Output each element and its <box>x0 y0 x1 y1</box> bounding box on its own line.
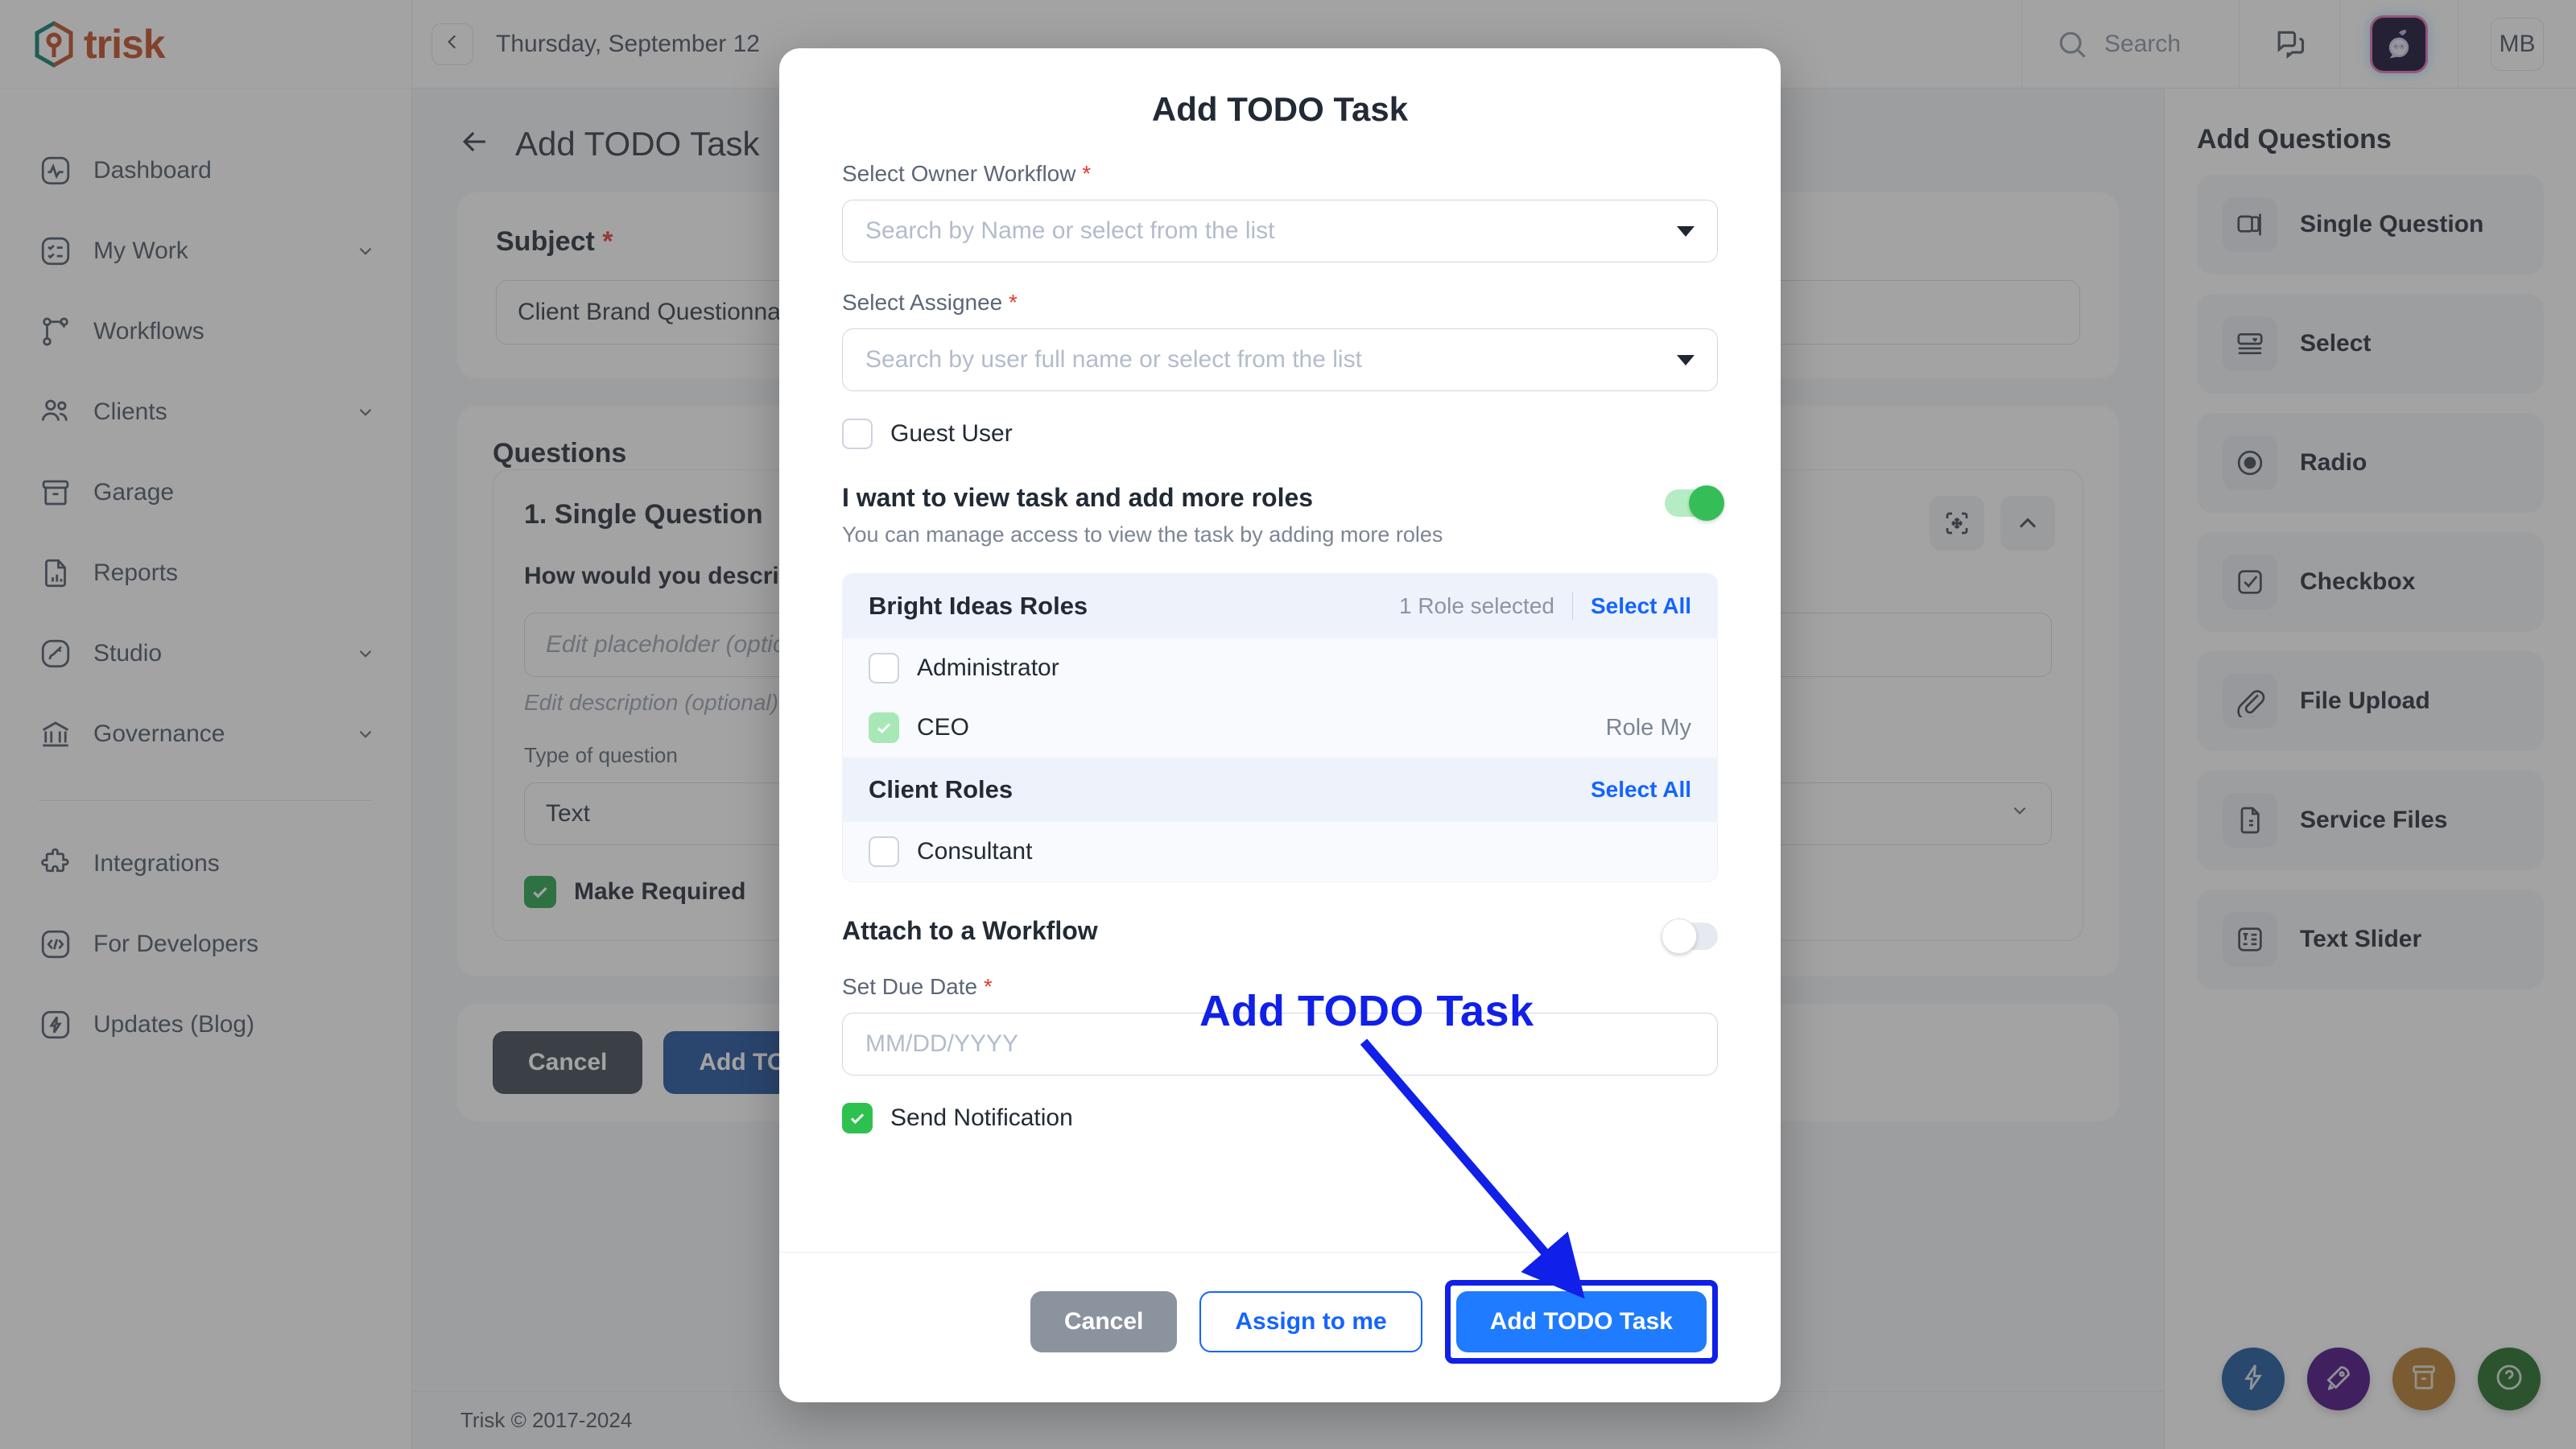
role-row-ceo[interactable]: CEO Role My <box>843 698 1717 758</box>
role-checkbox[interactable] <box>869 653 899 683</box>
owner-workflow-label: Select Owner Workflow * <box>842 161 1718 187</box>
guest-user-checkbox[interactable] <box>842 419 873 449</box>
roles-list: Bright Ideas Roles 1 Role selected Selec… <box>842 573 1718 882</box>
role-group-actions: Select All <box>1591 777 1691 803</box>
role-group-title: Bright Ideas Roles <box>869 592 1088 620</box>
select-all-client-roles[interactable]: Select All <box>1591 777 1691 803</box>
role-group-actions: 1 Role selected Select All <box>1399 592 1691 620</box>
select-all-bright-ideas[interactable]: Select All <box>1591 593 1691 619</box>
divider <box>1571 592 1573 620</box>
view-task-toggle-switch[interactable] <box>1665 485 1724 521</box>
modal-title: Add TODO Task <box>1151 90 1409 128</box>
chevron-down-icon <box>1677 354 1695 365</box>
due-date-placeholder: MM/DD/YYYY <box>865 1030 1019 1057</box>
annotation-arrow <box>1360 1038 1585 1299</box>
role-row-consultant[interactable]: Consultant <box>843 822 1717 881</box>
due-date-label-text: Set Due Date <box>842 974 978 999</box>
assignee-label-text: Select Assignee <box>842 290 1003 315</box>
role-selected-count: 1 Role selected <box>1398 593 1554 618</box>
role-left: Administrator <box>869 653 1059 683</box>
modal-cancel-button[interactable]: Cancel <box>1030 1291 1178 1352</box>
attach-workflow-row: Attach to a Workflow <box>842 916 1718 954</box>
assignee-placeholder: Search by user full name or select from … <box>865 346 1362 373</box>
guest-user-label: Guest User <box>890 420 1013 447</box>
toggle-knob <box>1662 919 1697 954</box>
role-group-header-bright-ideas: Bright Ideas Roles 1 Role selected Selec… <box>843 574 1717 638</box>
guest-user-row[interactable]: Guest User <box>842 419 1718 449</box>
modal-body: Select Owner Workflow * Search by Name o… <box>779 161 1781 1252</box>
role-group-header-client-roles: Client Roles Select All <box>843 758 1717 822</box>
role-name: Administrator <box>917 654 1059 681</box>
send-notification-label: Send Notification <box>890 1104 1073 1131</box>
role-group-title: Client Roles <box>869 775 1013 803</box>
assignee-select[interactable]: Search by user full name or select from … <box>842 328 1718 391</box>
view-task-toggle-row: I want to view task and add more roles Y… <box>842 483 1724 547</box>
role-checkbox[interactable] <box>869 712 899 743</box>
attach-workflow-title: Attach to a Workflow <box>842 916 1098 945</box>
required-asterisk: * <box>1009 290 1018 315</box>
view-task-toggle-subtitle: You can manage access to view the task b… <box>842 522 1443 547</box>
owner-workflow-placeholder: Search by Name or select from the list <box>865 217 1275 244</box>
add-todo-task-modal: Add TODO Task Select Owner Workflow * Se… <box>779 48 1781 1402</box>
view-task-toggle-text: I want to view task and add more roles Y… <box>842 483 1443 547</box>
role-meta: Role My <box>1605 714 1691 741</box>
role-row-administrator[interactable]: Administrator <box>843 638 1717 698</box>
role-checkbox[interactable] <box>869 836 899 867</box>
required-asterisk: * <box>983 974 993 999</box>
assignee-label: Select Assignee * <box>842 290 1718 316</box>
chevron-down-icon <box>1677 225 1695 237</box>
owner-workflow-label-text: Select Owner Workflow <box>842 161 1076 186</box>
role-name: CEO <box>917 714 970 741</box>
app-root: trisk Dashboard My Work Workflows Client… <box>0 0 2576 1449</box>
role-name: Consultant <box>917 838 1033 865</box>
view-task-toggle-title: I want to view task and add more roles <box>842 483 1314 512</box>
attach-workflow-switch[interactable] <box>1662 919 1718 954</box>
annotation-label: Add TODO Task <box>1199 987 1534 1035</box>
owner-workflow-select[interactable]: Search by Name or select from the list <box>842 200 1718 262</box>
required-asterisk: * <box>1082 161 1092 186</box>
modal-footer: Cancel Assign to me Add TODO Task <box>779 1252 1781 1402</box>
toggle-knob <box>1689 485 1724 521</box>
send-notification-checkbox[interactable] <box>842 1103 873 1133</box>
role-left: Consultant <box>869 836 1032 867</box>
role-left: CEO <box>869 712 969 743</box>
